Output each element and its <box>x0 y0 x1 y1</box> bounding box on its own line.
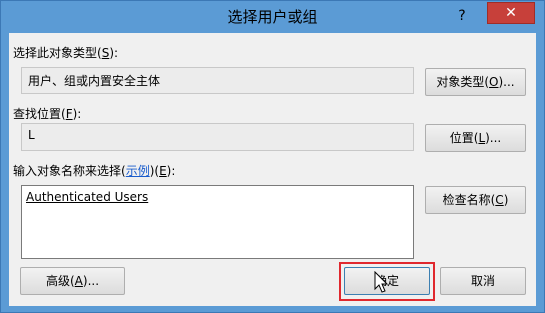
dialog-body: 选择此对象类型(S): 用户、组或内置安全主体 对象类型(O)... 查找位置(… <box>9 33 536 306</box>
select-users-dialog: 选择用户或组 ? ✕ 选择此对象类型(S): 用户、组或内置安全主体 对象类型(… <box>0 0 545 313</box>
object-types-button[interactable]: 对象类型(O)... <box>425 68 526 96</box>
close-button[interactable]: ✕ <box>487 2 535 24</box>
mouse-cursor-icon <box>374 271 389 293</box>
object-names-input[interactable]: Authenticated Users <box>21 185 414 259</box>
resolved-name: Authenticated Users <box>26 190 149 204</box>
location-label: 查找位置(F): <box>13 107 82 121</box>
help-icon[interactable]: ? <box>452 6 472 26</box>
object-type-label: 选择此对象类型(S): <box>13 46 119 60</box>
examples-link[interactable]: 示例 <box>126 164 150 178</box>
locations-button[interactable]: 位置(L)... <box>425 124 526 152</box>
title-bar[interactable]: 选择用户或组 ? ✕ <box>1 1 544 33</box>
check-names-button[interactable]: 检查名称(C) <box>425 186 526 214</box>
cancel-button[interactable]: 取消 <box>440 267 526 295</box>
advanced-button[interactable]: 高级(A)... <box>20 267 125 295</box>
object-type-field: 用户、组或内置安全主体 <box>21 67 414 94</box>
object-names-label: 输入对象名称来选择(示例)(E): <box>13 164 176 178</box>
location-field: L <box>21 123 414 151</box>
